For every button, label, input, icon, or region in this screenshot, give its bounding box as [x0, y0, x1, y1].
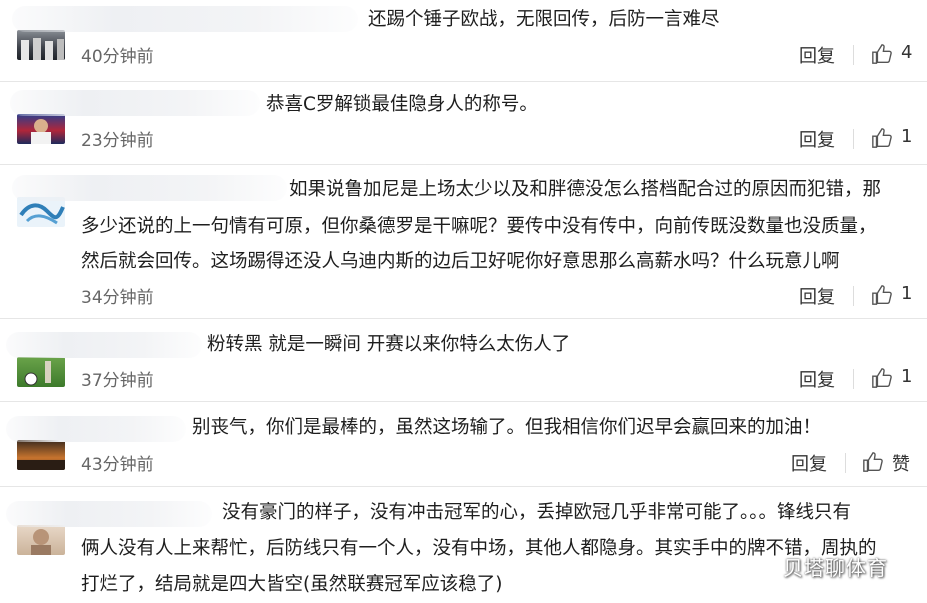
- avatar[interactable]: [17, 197, 65, 227]
- comment-text-line: 如果说鲁加尼是上场太少以及和胖德没怎么搭档配合过的原因而犯错，那: [289, 179, 882, 200]
- username-blurred: [6, 332, 202, 358]
- watermark: 贝塔聊体育: [783, 556, 888, 580]
- comment-text-line: 打烂了，结局就是四大皆空(虽然联赛冠军应该稳了): [81, 574, 503, 595]
- comment-item: 别丧气，你们是最棒的，虽然这场输了。但我相信你们迟早会赢回来的加油！ 43分钟前…: [0, 402, 927, 486]
- comment-item: 如果说鲁加尼是上场太少以及和胖德没怎么搭档配合过的原因而犯错，那 多少还说的上一…: [0, 165, 927, 317]
- separator: [853, 129, 854, 149]
- comment-text-line: 俩人没有人上来帮忙，后防线只有一个人，没有中场，其他人都隐身。其实手中的牌不错，…: [81, 538, 877, 559]
- separator: [853, 45, 854, 65]
- comment-text-line: 粉转黑 就是一瞬间 开赛以来你特么太伤人了: [207, 334, 571, 355]
- comment-text-line: 别丧气，你们是最棒的，虽然这场输了。但我相信你们迟早会赢回来的加油！: [192, 417, 822, 438]
- thumbs-up-icon[interactable]: [871, 43, 893, 65]
- comment-item: 粉转黑 就是一瞬间 开赛以来你特么太伤人了 37分钟前 回复 1: [0, 319, 927, 401]
- avatar[interactable]: [17, 440, 65, 470]
- comment-text-line: 然后就会回传。这场踢得还没人乌迪内斯的边后卫好呢你好意思那么高薪水吗？什么玩意儿…: [81, 251, 840, 272]
- comment-item: 恭喜C罗解锁最佳隐身人的称号。 23分钟前 回复 1: [0, 82, 927, 164]
- thumbs-up-icon[interactable]: [871, 367, 893, 389]
- avatar[interactable]: [17, 525, 65, 555]
- username-blurred: [6, 416, 186, 442]
- username-blurred: [6, 501, 212, 527]
- comment-time: 37分钟前: [81, 371, 154, 391]
- comment-time: 43分钟前: [81, 455, 154, 475]
- reply-button[interactable]: 回复: [799, 366, 835, 392]
- comment-text-line: 没有豪门的样子，没有冲击冠军的心，丢掉欧冠几乎非常可能了。。。锋线只有: [222, 502, 852, 523]
- separator: [853, 369, 854, 389]
- comment-item: 还踢个锤子欧战，无限回传，后防一言难尽 40分钟前 回复 4: [0, 0, 927, 80]
- avatar-image: [19, 203, 65, 225]
- comment-time: 23分钟前: [81, 131, 154, 151]
- comment-text-line: 恭喜C罗解锁最佳隐身人的称号。: [266, 94, 538, 115]
- like-count: 1: [901, 283, 913, 304]
- like-count: 赞: [892, 454, 910, 475]
- reply-button[interactable]: 回复: [799, 126, 835, 152]
- comment-time: 40分钟前: [81, 47, 154, 67]
- thumbs-up-icon[interactable]: [871, 284, 893, 306]
- comment-text-line: 还踢个锤子欧战，无限回传，后防一言难尽: [368, 9, 720, 30]
- comment-text-line: 多少还说的上一句情有可原，但你桑德罗是干嘛呢？要传中没有传中，向前传既没数量也没…: [81, 216, 877, 237]
- reply-button[interactable]: 回复: [799, 283, 835, 309]
- avatar-image: [31, 529, 51, 555]
- avatar[interactable]: [17, 357, 65, 387]
- thumbs-up-icon[interactable]: [862, 451, 884, 473]
- reply-button[interactable]: 回复: [799, 42, 835, 68]
- like-count: 1: [901, 126, 913, 147]
- avatar-image: [21, 38, 64, 60]
- avatar-image: [17, 460, 65, 470]
- username-blurred: [12, 6, 358, 32]
- avatar[interactable]: [17, 30, 65, 60]
- like-count: 1: [901, 366, 913, 387]
- reply-button[interactable]: 回复: [791, 450, 827, 476]
- avatar[interactable]: [17, 114, 65, 144]
- thumbs-up-icon[interactable]: [871, 127, 893, 149]
- avatar-image: [31, 119, 51, 144]
- comment-time: 34分钟前: [81, 288, 154, 308]
- separator: [845, 453, 846, 473]
- avatar-image: [24, 361, 51, 386]
- username-blurred: [12, 175, 287, 201]
- username-blurred: [10, 90, 260, 116]
- separator: [853, 286, 854, 306]
- like-count: 4: [901, 42, 913, 63]
